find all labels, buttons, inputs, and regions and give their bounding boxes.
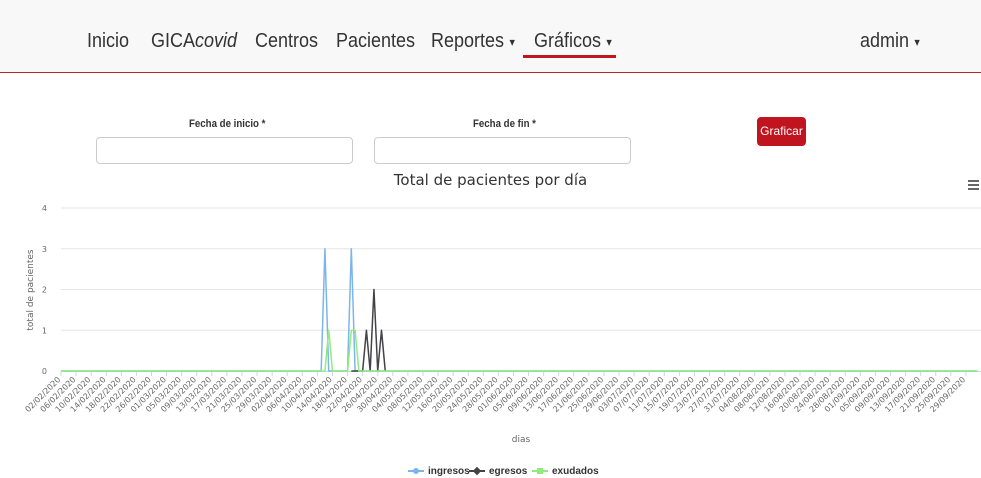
line-chart: 0 1 2 3 4 02/02/202006/02/202010/02/202014/0…	[23, 204, 981, 445]
legend-item-exudados[interactable]: exudados	[532, 466, 599, 477]
legend-label-exudados: exudados	[552, 466, 599, 477]
legend-label-ingresos: ingresos	[428, 466, 470, 477]
series-line-exudados	[61, 329, 978, 372]
y-tick-label: 3	[42, 245, 47, 254]
chart-grid	[61, 207, 981, 331]
x-axis-label: dias	[512, 435, 531, 445]
chart-series	[61, 248, 978, 372]
series-line-ingresos	[61, 248, 978, 372]
y-axis-label: total de pacientes	[26, 249, 36, 331]
y-tick-label: 0	[42, 367, 47, 376]
legend-item-ingresos[interactable]: ingresos	[408, 466, 470, 477]
y-axis: 0 1 2 3 4	[42, 204, 47, 376]
y-tick-label: 1	[42, 326, 47, 335]
y-tick-label: 4	[42, 204, 47, 213]
x-axis: 02/02/202006/02/202010/02/202014/02/2020…	[23, 371, 981, 414]
legend-symbol-diamond	[469, 467, 485, 476]
legend-label-egresos: egresos	[489, 466, 528, 477]
legend-symbol-square	[532, 467, 548, 475]
y-tick-label: 2	[42, 286, 47, 295]
legend-item-egresos[interactable]: egresos	[469, 466, 527, 477]
legend-symbol-circle	[408, 467, 424, 475]
